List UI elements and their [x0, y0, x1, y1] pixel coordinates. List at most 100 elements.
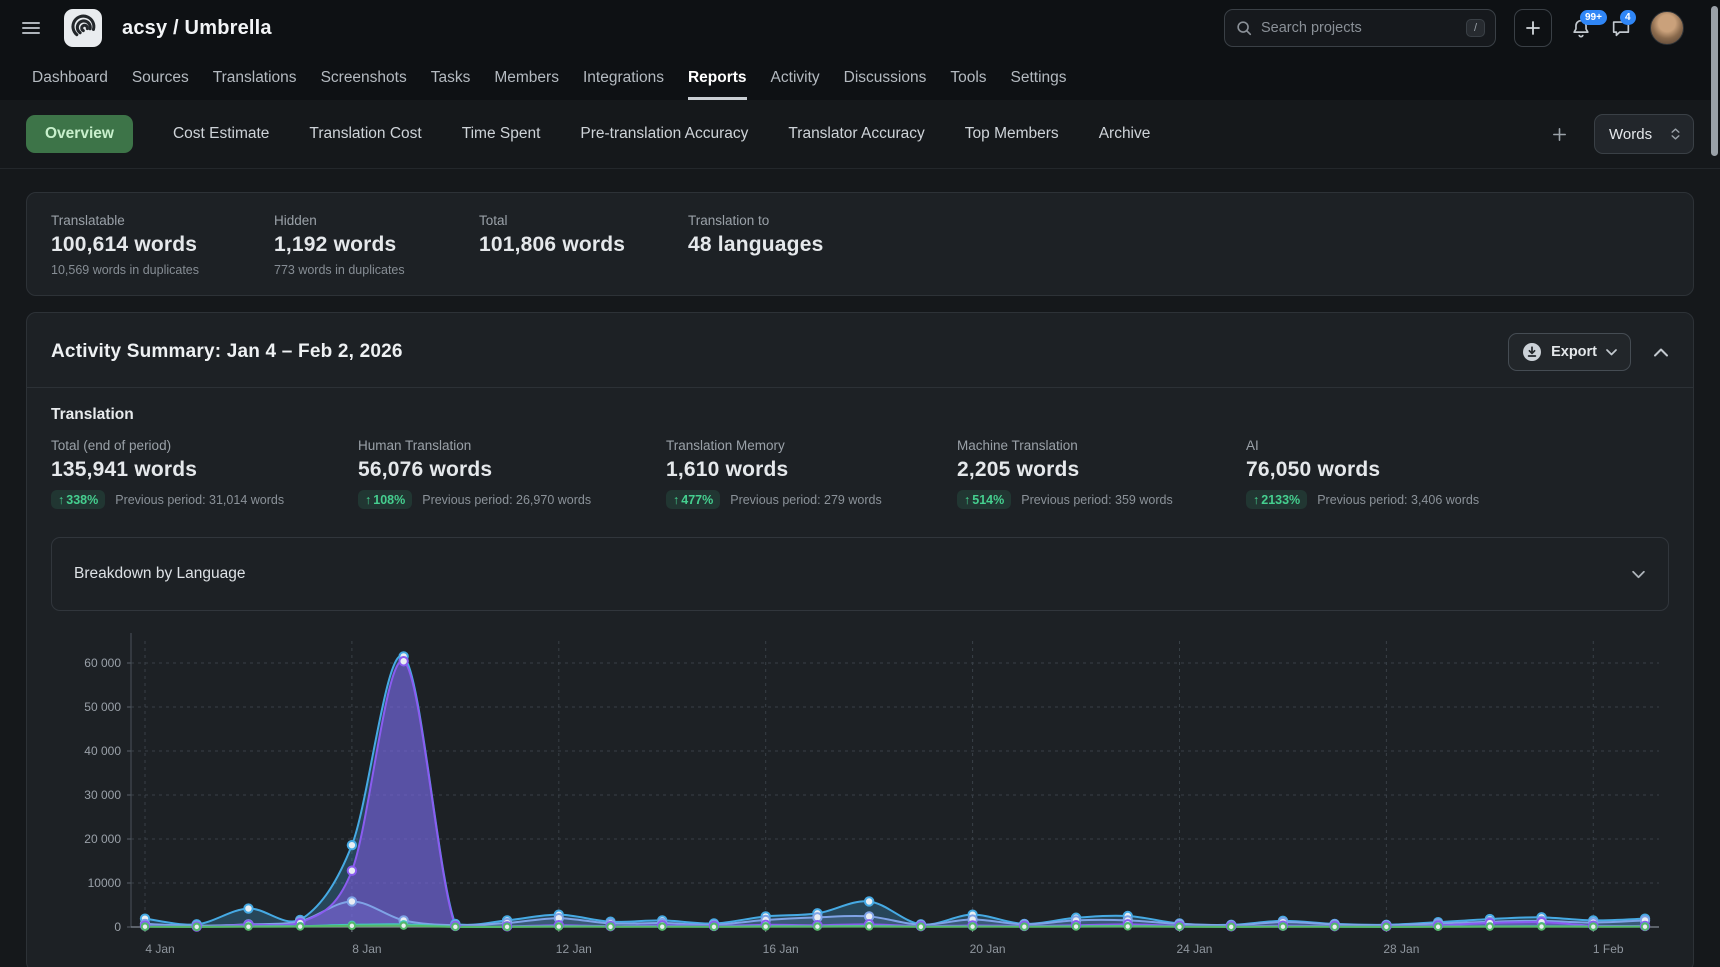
breakdown-by-language-toggle[interactable]: Breakdown by Language — [51, 537, 1669, 611]
previous-period: Previous period: 26,970 words — [422, 493, 591, 507]
stat-label: Translatable — [51, 213, 274, 228]
svg-text:28 Jan: 28 Jan — [1383, 942, 1419, 956]
stat-value: 48 languages — [688, 233, 1669, 257]
main-nav-item-translations[interactable]: Translations — [213, 56, 297, 100]
report-tab-archive[interactable]: Archive — [1099, 115, 1151, 153]
activity-summary-header: Activity Summary: Jan 4 – Feb 2, 2026 Ex… — [51, 313, 1669, 387]
arrow-up-icon: ↑ — [58, 493, 64, 507]
stat-value: 1,192 words — [274, 233, 479, 257]
change-value: 108% — [373, 493, 405, 507]
main-nav-item-members[interactable]: Members — [494, 56, 559, 100]
stat-note: 10,569 words in duplicates — [51, 263, 274, 277]
change-value: 514% — [972, 493, 1004, 507]
stat-label: Total (end of period) — [51, 438, 358, 453]
svg-text:40 000: 40 000 — [84, 744, 121, 758]
stat-label: Translation Memory — [666, 438, 957, 453]
arrow-up-icon: ↑ — [673, 493, 679, 507]
svg-text:16 Jan: 16 Jan — [763, 942, 799, 956]
download-icon — [1522, 342, 1542, 362]
card-divider — [27, 387, 1693, 388]
translation-section-title: Translation — [51, 406, 1669, 424]
translation-stat-ai: AI76,050 words↑2133%Previous period: 3,4… — [1246, 438, 1669, 509]
main-nav: Dashboard Sources Translations Screenshots T… — [0, 56, 1720, 100]
topbar-actions: / 99+ 4 — [1224, 9, 1700, 47]
svg-text:4 Jan: 4 Jan — [145, 942, 174, 956]
previous-period: Previous period: 3,406 words — [1317, 493, 1479, 507]
top-bar: acsy / Umbrella / 99+ 4 — [0, 0, 1720, 56]
reports-page: Overview Cost Estimate Translation Cost Tim… — [0, 114, 1720, 967]
notifications-button[interactable]: 99+ — [1570, 17, 1592, 39]
svg-text:12 Jan: 12 Jan — [556, 942, 592, 956]
caret-down-icon — [1606, 349, 1617, 356]
report-tab-top-members[interactable]: Top Members — [965, 115, 1059, 153]
report-tab-pre-translation-accuracy[interactable]: Pre-translation Accuracy — [580, 115, 748, 153]
page-scrollbar[interactable] — [1710, 0, 1719, 967]
stat-label: Translation to — [688, 213, 1669, 228]
arrow-up-icon: ↑ — [1253, 493, 1259, 507]
user-avatar[interactable] — [1650, 11, 1684, 45]
messages-button[interactable]: 4 — [1610, 17, 1632, 39]
app-logo-icon — [64, 9, 102, 47]
report-tab-translator-accuracy[interactable]: Translator Accuracy — [788, 115, 924, 153]
stat-value: 100,614 words — [51, 233, 274, 257]
stat-label: Hidden — [274, 213, 479, 228]
main-nav-item-dashboard[interactable]: Dashboard — [32, 56, 108, 100]
activity-chart-svg: 01000020 00030 00040 00050 00060 0004 Ja… — [51, 625, 1669, 963]
main-nav-item-screenshots[interactable]: Screenshots — [321, 56, 407, 100]
create-button[interactable] — [1514, 9, 1552, 47]
notifications-badge: 99+ — [1580, 10, 1607, 25]
translation-stat-human-translation: Human Translation56,076 words↑108%Previo… — [358, 438, 666, 509]
translation-stat-translation-memory: Translation Memory1,610 words↑477%Previo… — [666, 438, 957, 509]
main-nav-item-sources[interactable]: Sources — [132, 56, 189, 100]
svg-text:10000: 10000 — [88, 876, 122, 890]
hamburger-menu-button[interactable] — [20, 17, 42, 39]
report-tabs-row: Overview Cost Estimate Translation Cost Tim… — [0, 114, 1720, 169]
main-nav-item-integrations[interactable]: Integrations — [583, 56, 664, 100]
main-nav-item-settings[interactable]: Settings — [1011, 56, 1067, 100]
select-sort-icon — [1668, 126, 1683, 142]
report-tab-overview[interactable]: Overview — [26, 115, 133, 153]
export-button[interactable]: Export — [1508, 333, 1631, 371]
arrow-up-icon: ↑ — [365, 493, 371, 507]
plus-icon — [1551, 126, 1568, 143]
stat-label: AI — [1246, 438, 1669, 453]
main-nav-item-activity[interactable]: Activity — [771, 56, 820, 100]
report-tab-time-spent[interactable]: Time Spent — [462, 115, 541, 153]
svg-text:1 Feb: 1 Feb — [1593, 942, 1624, 956]
main-nav-item-tools[interactable]: Tools — [950, 56, 986, 100]
search-input[interactable] — [1261, 20, 1458, 36]
scrollbar-thumb[interactable] — [1711, 6, 1718, 156]
report-tab-translation-cost[interactable]: Translation Cost — [309, 115, 421, 153]
main-nav-item-reports[interactable]: Reports — [688, 56, 747, 100]
unit-select[interactable]: Words — [1594, 114, 1694, 154]
stat-value: 1,610 words — [666, 458, 957, 482]
search-shortcut-key: / — [1466, 19, 1485, 37]
stat-value: 2,205 words — [957, 458, 1246, 482]
stat-note: 773 words in duplicates — [274, 263, 479, 277]
search-box[interactable]: / — [1224, 9, 1496, 47]
svg-text:50 000: 50 000 — [84, 700, 121, 714]
project-title: acsy / Umbrella — [122, 17, 272, 40]
stat-meta: ↑108% Previous period: 26,970 words — [358, 490, 666, 509]
activity-chart: 01000020 00030 00040 00050 00060 0004 Ja… — [51, 625, 1669, 967]
stat-meta: ↑2133%Previous period: 3,406 words — [1246, 490, 1669, 509]
svg-text:30 000: 30 000 — [84, 788, 121, 802]
main-nav-item-tasks[interactable]: Tasks — [431, 56, 471, 100]
change-value: 338% — [66, 493, 98, 507]
add-report-button[interactable] — [1551, 126, 1568, 143]
svg-text:8 Jan: 8 Jan — [352, 942, 381, 956]
svg-text:60 000: 60 000 — [84, 656, 121, 670]
activity-header-actions: Export — [1508, 333, 1669, 371]
report-tabs-actions: Words — [1551, 114, 1694, 154]
collapse-section-button[interactable] — [1653, 347, 1669, 357]
stat-meta: ↑514%Previous period: 359 words — [957, 490, 1246, 509]
translation-stats-row: Total (end of period)135,941 words↑338%P… — [51, 438, 1669, 509]
hamburger-icon — [20, 17, 42, 39]
change-badge: ↑108% — [358, 490, 412, 509]
app-logo[interactable] — [64, 9, 102, 47]
main-nav-item-discussions[interactable]: Discussions — [844, 56, 927, 100]
change-badge: ↑514% — [957, 490, 1011, 509]
messages-badge: 4 — [1620, 10, 1636, 25]
report-tab-cost-estimate[interactable]: Cost Estimate — [173, 115, 269, 153]
project-totals-card: Translatable 100,614 words 10,569 words in… — [26, 192, 1694, 296]
